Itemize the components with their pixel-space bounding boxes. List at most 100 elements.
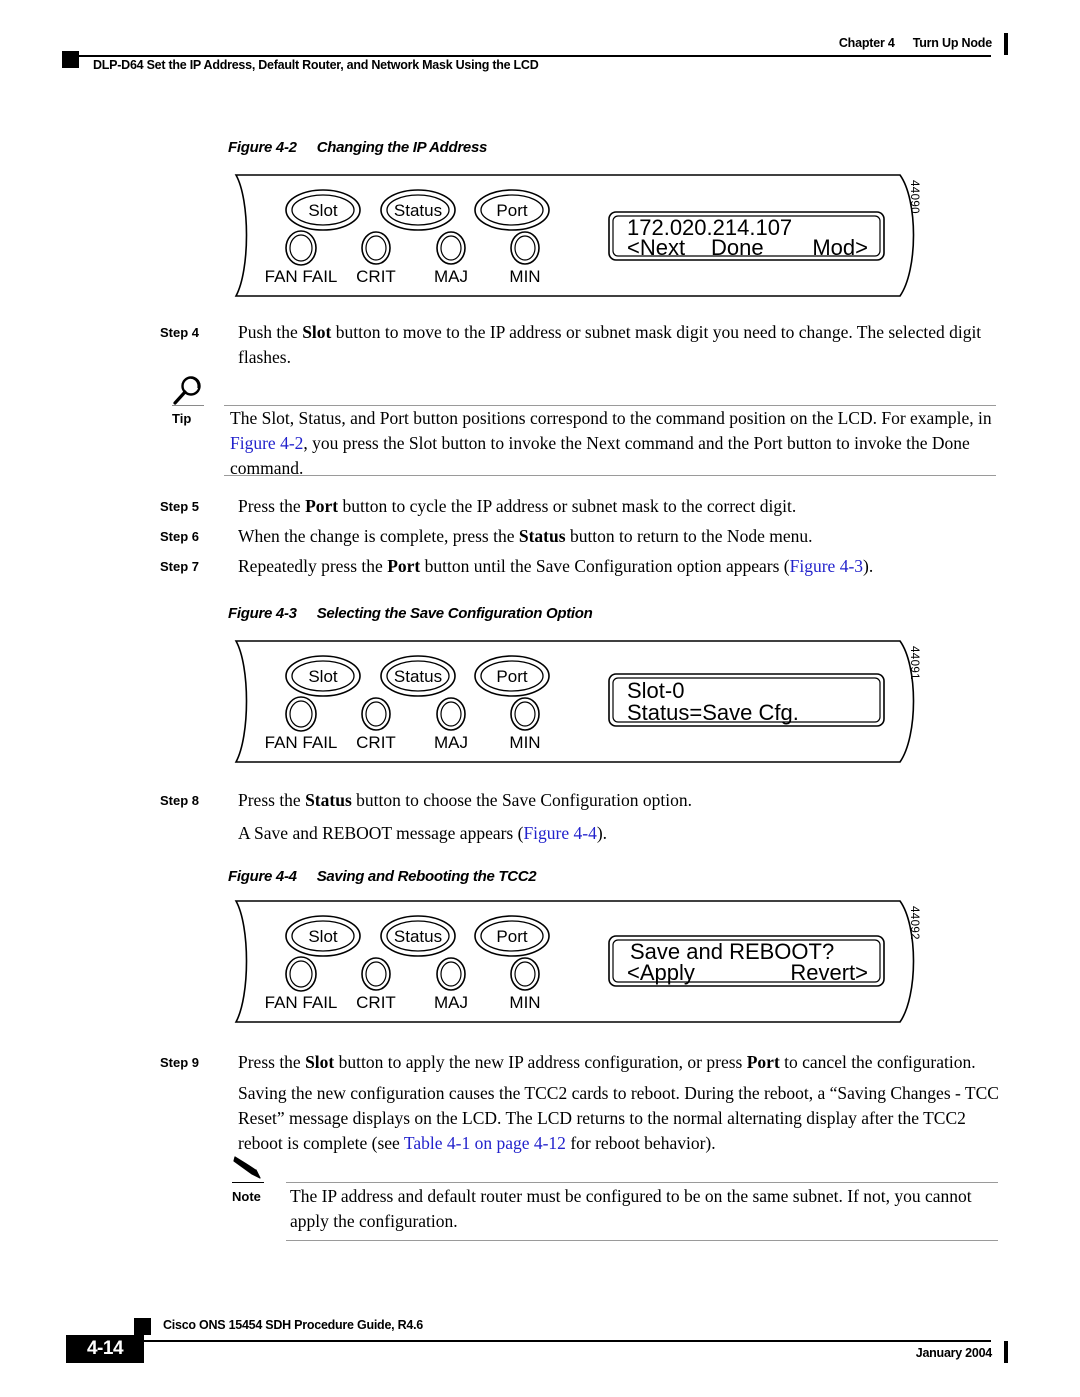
svg-text:CRIT: CRIT — [356, 733, 396, 752]
svg-text:Port: Port — [496, 667, 527, 686]
step-6-text: When the change is complete, press the S… — [238, 524, 995, 549]
svg-text:CRIT: CRIT — [356, 267, 396, 286]
step-9-bold1: Slot — [305, 1052, 335, 1072]
tip-part1: The Slot, Status, and Port button positi… — [230, 408, 992, 428]
step-9-label: Step 9 — [160, 1055, 200, 1070]
footer-right-bar — [1004, 1341, 1008, 1363]
magnifier-icon — [172, 375, 218, 415]
header-bullet-square-icon — [62, 51, 79, 68]
svg-text:Status: Status — [394, 201, 442, 220]
tip-icon-underline — [172, 405, 204, 407]
svg-text:MAJ: MAJ — [434, 267, 468, 286]
header-document-title: DLP-D64 Set the IP Address, Default Rout… — [93, 58, 539, 72]
note-text: The IP address and default router must b… — [290, 1186, 972, 1231]
figure-4-3-art-id: 44091 — [908, 646, 920, 680]
step-9-part1: Press the — [238, 1052, 306, 1072]
step-8-paragraph-2: A Save and REBOOT message appears (Figur… — [160, 821, 995, 846]
lcd-line-2-right: Revert> — [790, 960, 868, 985]
svg-text:Slot: Slot — [308, 927, 338, 946]
lcd-line-2-left: Status=Save Cfg. — [627, 700, 799, 725]
step-6-bold1: Status — [518, 526, 566, 546]
step-6-part2: button to return to the Node menu. — [565, 526, 813, 546]
figure-4-4-art-id: 44092 — [908, 906, 920, 940]
tip-part2: , you press the Slot button to invoke th… — [230, 433, 970, 478]
figure-4-2-number: Figure 4-2 — [228, 139, 297, 156]
footer-bullet-square-icon — [134, 1318, 151, 1335]
tip-figure-link[interactable]: Figure 4-2 — [230, 433, 303, 453]
svg-text:Status: Status — [394, 927, 442, 946]
tip-label: Tip — [172, 411, 192, 426]
step-8-para2-part1: A Save and REBOOT message appears ( — [238, 823, 524, 843]
step-4-part1: Push the — [238, 322, 303, 342]
step-8-text: Press the Status button to choose the Sa… — [238, 788, 995, 813]
header-right-bar — [1004, 33, 1008, 55]
footer-date: January 2004 — [915, 1346, 992, 1360]
step-8-part1: Press the — [238, 790, 306, 810]
step-9-para2-text: Saving the new configuration causes the … — [238, 1081, 1000, 1156]
svg-text:Port: Port — [496, 201, 527, 220]
figure-4-3-panel: Slot Status Port FAN FAIL CRIT MAJ MIN S… — [228, 638, 928, 766]
step-8-para2-text: A Save and REBOOT message appears (Figur… — [238, 821, 995, 846]
step-5-text: Press the Port button to cycle the IP ad… — [238, 494, 995, 519]
step-8-part2: button to choose the Save Configuration … — [351, 790, 692, 810]
step-9: Step 9 Press the Slot button to apply th… — [160, 1050, 1030, 1075]
step-5-part2: button to cycle the IP address or subnet… — [338, 496, 797, 516]
svg-text:MAJ: MAJ — [434, 733, 468, 752]
step-7-part1: Repeatedly press the — [238, 556, 388, 576]
svg-text:Slot: Slot — [308, 201, 338, 220]
step-4-part2: button to move to the IP address or subn… — [238, 322, 982, 367]
step-4-label: Step 4 — [160, 325, 200, 340]
step-7-part2: button until the Save Configuration opti… — [420, 556, 790, 576]
svg-text:MAJ: MAJ — [434, 993, 468, 1012]
step-5-label: Step 5 — [160, 499, 200, 514]
step-7: Step 7 Repeatedly press the Port button … — [160, 554, 1020, 579]
step-6: Step 6 When the change is complete, pres… — [160, 524, 995, 549]
figure-4-2-title: Changing the IP Address — [316, 139, 488, 156]
svg-text:Slot: Slot — [308, 667, 338, 686]
svg-text:Port: Port — [496, 927, 527, 946]
figure-4-2-caption: Figure 4-2 Changing the IP Address — [228, 139, 487, 156]
step-8-figure-link[interactable]: Figure 4-4 — [523, 823, 596, 843]
header-chapter-title: Turn Up Node — [912, 36, 993, 50]
step-7-figure-link[interactable]: Figure 4-3 — [790, 556, 863, 576]
step-4-bold1: Slot — [302, 322, 332, 342]
figure-4-3-caption: Figure 4-3 Selecting the Save Configurati… — [228, 605, 593, 622]
step-4-text: Push the Slot button to move to the IP a… — [238, 320, 995, 370]
step-9-bold2: Port — [746, 1052, 780, 1072]
figure-4-2-panel: Slot Status Port FAN FAIL CRIT MAJ MIN 1… — [228, 172, 928, 300]
tip-text: The Slot, Status, and Port button positi… — [230, 406, 995, 481]
step-7-label: Step 7 — [160, 559, 200, 574]
svg-text:MIN: MIN — [509, 993, 540, 1012]
step-5-part1: Press the — [238, 496, 306, 516]
step-8-label: Step 8 — [160, 793, 200, 808]
note-icon-underline — [232, 1182, 264, 1184]
step-6-part1: When the change is complete, press the — [238, 526, 519, 546]
svg-text:MIN: MIN — [509, 733, 540, 752]
step-8-bold1: Status — [305, 790, 352, 810]
note-label: Note — [232, 1189, 261, 1204]
page-number-badge: 4-14 — [66, 1335, 144, 1363]
lcd-line-2-mid: Done — [711, 235, 764, 260]
step-9-table-link[interactable]: Table 4-1 on page 4-12 — [404, 1133, 566, 1153]
svg-text:FAN FAIL: FAN FAIL — [265, 267, 338, 286]
page-footer: Cisco ONS 15454 SDH Procedure Guide, R4.… — [0, 1310, 1080, 1390]
header-chapter: Chapter 4 Turn Up Node — [839, 36, 992, 50]
step-5: Step 5 Press the Port button to cycle th… — [160, 494, 995, 519]
note-bottom-rule — [286, 1240, 998, 1242]
figure-4-3-number: Figure 4-3 — [228, 605, 297, 622]
figure-4-4-title: Saving and Rebooting the TCC2 — [316, 868, 537, 885]
figure-4-4-caption: Figure 4-4 Saving and Rebooting the TCC2 — [228, 868, 537, 885]
svg-text:Status: Status — [394, 667, 442, 686]
step-8: Step 8 Press the Status button to choose… — [160, 788, 995, 813]
step-9-part3: to cancel the configuration. — [779, 1052, 976, 1072]
step-7-bold1: Port — [387, 556, 421, 576]
svg-text:MIN: MIN — [509, 267, 540, 286]
lcd-line-2-left: <Next — [627, 235, 685, 260]
lcd-line-2-left: <Apply — [627, 960, 695, 985]
step-4: Step 4 Push the Slot button to move to t… — [160, 320, 995, 370]
step-7-part3: ). — [863, 556, 874, 576]
figure-4-3-title: Selecting the Save Configuration Option — [316, 605, 593, 622]
figure-4-4-number: Figure 4-4 — [228, 868, 297, 885]
pencil-icon — [232, 1152, 278, 1192]
svg-text:CRIT: CRIT — [356, 993, 396, 1012]
